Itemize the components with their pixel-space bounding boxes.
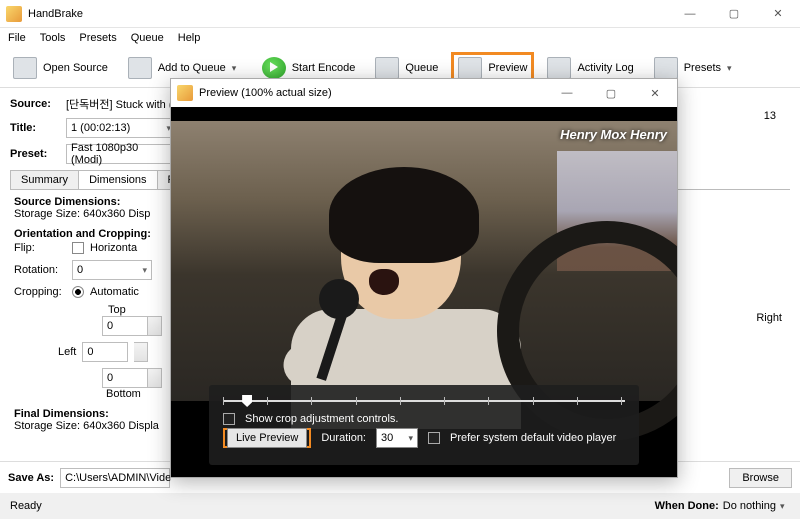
tab-summary[interactable]: Summary	[10, 170, 79, 189]
cropping-radio[interactable]	[72, 286, 84, 298]
minimize-button[interactable]: —	[668, 0, 712, 28]
tab-dimensions[interactable]: Dimensions	[78, 170, 157, 189]
duration-label: Duration:	[321, 432, 366, 444]
menubar: File Tools Presets Queue Help	[0, 28, 800, 48]
queue-icon	[375, 57, 399, 79]
menu-presets[interactable]: Presets	[79, 32, 116, 44]
preview-video: Henry Mox Henry	[171, 121, 677, 401]
app-icon	[6, 6, 22, 22]
seek-thumb[interactable]	[242, 395, 252, 407]
rotation-label: Rotation:	[14, 264, 66, 276]
source-label: Source:	[10, 98, 60, 110]
menu-tools[interactable]: Tools	[40, 32, 66, 44]
final-storage: Storage Size: 640x360 Displa	[14, 420, 159, 432]
crop-bottom-spin[interactable]	[148, 368, 162, 388]
menu-help[interactable]: Help	[178, 32, 201, 44]
save-as-label: Save As:	[8, 472, 54, 484]
title-label: Title:	[10, 122, 60, 134]
person	[231, 161, 511, 391]
preview-close[interactable]: ✕	[633, 79, 677, 107]
crop-left-label: Left	[58, 346, 76, 358]
open-source-label: Open Source	[43, 62, 108, 74]
flip-value: Horizonta	[90, 242, 137, 254]
duration-value: 30	[381, 432, 393, 444]
app-titlebar: HandBrake — ▢ ✕	[0, 0, 800, 28]
preset-value: Fast 1080p30 (Modi)	[71, 142, 171, 166]
preview-title: Preview (100% actual size)	[199, 87, 332, 99]
rotation-value: 0	[77, 264, 83, 276]
add-queue-label: Add to Queue	[158, 62, 226, 74]
start-encode-label: Start Encode	[292, 62, 356, 74]
chevron-down-icon	[727, 62, 737, 74]
open-source-icon	[13, 57, 37, 79]
open-source-button[interactable]: Open Source	[6, 54, 115, 82]
rotation-select[interactable]: 0	[72, 260, 152, 280]
crop-controls-checkbox[interactable]	[223, 413, 235, 425]
crop-controls-label: Show crop adjustment controls.	[245, 413, 398, 425]
source-value: [단독버전] Stuck with (	[66, 96, 173, 112]
title-value: 1 (00:02:13)	[71, 122, 130, 134]
chevron-down-icon[interactable]	[780, 500, 790, 512]
activity-label: Activity Log	[577, 62, 633, 74]
preview-overlay: Show crop adjustment controls. Live Prev…	[209, 385, 639, 465]
queue-label: Queue	[405, 62, 438, 74]
close-button[interactable]: ✕	[756, 0, 800, 28]
prefer-player-label: Prefer system default video player	[450, 432, 616, 444]
cropping-value: Automatic	[90, 286, 139, 298]
play-icon	[262, 57, 286, 79]
watermark: Henry Mox Henry	[560, 127, 667, 142]
save-as-field[interactable]: C:\Users\ADMIN\Vide	[60, 468, 170, 488]
prefer-player-checkbox[interactable]	[428, 432, 440, 444]
title-select[interactable]: 1 (00:02:13)	[66, 118, 176, 138]
menu-queue[interactable]: Queue	[131, 32, 164, 44]
preview-minimize[interactable]: —	[545, 79, 589, 107]
crop-bottom-input[interactable]: 0	[102, 368, 148, 388]
maximize-button[interactable]: ▢	[712, 0, 756, 28]
presets-label: Presets	[684, 62, 721, 74]
menu-file[interactable]: File	[8, 32, 26, 44]
status-ready: Ready	[10, 500, 42, 512]
flip-checkbox[interactable]	[72, 242, 84, 254]
presets-icon	[654, 57, 678, 79]
preview-titlebar: Preview (100% actual size) — ▢ ✕	[171, 79, 677, 107]
final-dim-header: Final Dimensions:	[14, 408, 109, 420]
live-preview-button[interactable]: Live Preview	[227, 428, 307, 448]
when-done-label: When Done:	[655, 500, 719, 512]
preview-icon	[458, 57, 482, 79]
flip-label: Flip:	[14, 242, 66, 254]
when-done-value[interactable]: Do nothing	[723, 500, 776, 512]
save-as-value: C:\Users\ADMIN\Vide	[65, 472, 171, 484]
crop-left-spin[interactable]	[134, 342, 148, 362]
orientation-header: Orientation and Cropping:	[14, 228, 151, 240]
chevron-down-icon	[232, 62, 242, 74]
app-title: HandBrake	[28, 8, 83, 20]
duration-select[interactable]: 30	[376, 428, 418, 448]
browse-button[interactable]: Browse	[729, 468, 792, 488]
preview-app-icon	[177, 85, 193, 101]
crop-right-label: Right	[756, 312, 782, 324]
preset-field[interactable]: Fast 1080p30 (Modi)	[66, 144, 176, 164]
preset-label: Preset:	[10, 148, 60, 160]
add-queue-icon	[128, 57, 152, 79]
source-dim-header: Source Dimensions:	[14, 196, 120, 208]
crop-top-spin[interactable]	[148, 316, 162, 336]
seek-track[interactable]	[223, 395, 625, 407]
angle-value: 13	[764, 110, 776, 122]
crop-left-input[interactable]: 0	[82, 342, 128, 362]
source-storage: Storage Size: 640x360 Disp	[14, 208, 150, 220]
status-bar: Ready When Done: Do nothing	[0, 493, 800, 519]
activity-icon	[547, 57, 571, 79]
preview-maximize[interactable]: ▢	[589, 79, 633, 107]
preview-body: Henry Mox Henry Show crop adjustment con…	[171, 107, 677, 477]
preview-label: Preview	[488, 62, 527, 74]
preview-window: Preview (100% actual size) — ▢ ✕ Henry M…	[170, 78, 678, 478]
cropping-label: Cropping:	[14, 286, 66, 298]
crop-top-input[interactable]: 0	[102, 316, 148, 336]
